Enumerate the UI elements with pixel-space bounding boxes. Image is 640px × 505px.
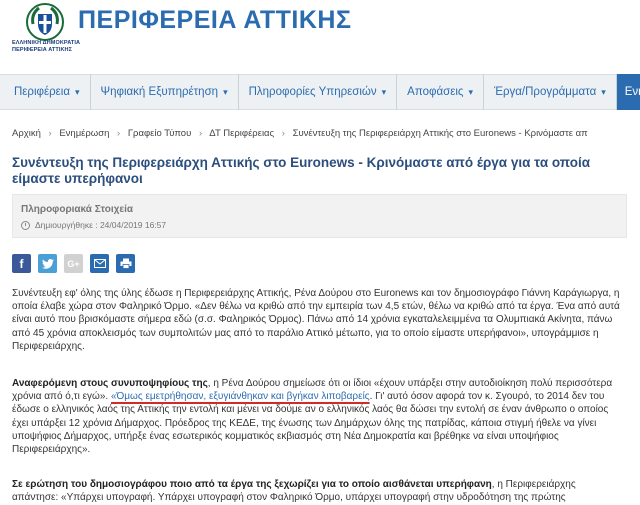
nav-item-label: Έργα/Προγράμματα <box>493 86 597 98</box>
brand-title[interactable]: ΠΕΡΙΦΕΡΕΙΑ ΑΤΤΙΚΗΣ <box>78 6 352 35</box>
logo-subtitle: ΕΛΛΗΝΙΚΗ ΔΗΜΟΚΡΑΤΙΑ ΠΕΡΙΦΕΡΕΙΑ ΑΤΤΙΚΗΣ <box>12 40 92 53</box>
nav-item-news[interactable]: Ενη <box>616 74 640 110</box>
logo-subtitle-line2: ΠΕΡΙΦΕΡΕΙΑ ΑΤΤΙΚΗΣ <box>12 46 72 53</box>
print-icon[interactable] <box>116 254 135 273</box>
share-bar: f G+ <box>12 254 135 273</box>
chevron-down-icon: ▾ <box>74 86 80 97</box>
nav-item-label: Περιφέρεια <box>14 86 70 98</box>
main-nav: Περιφέρεια ▾ Ψηφιακή Εξυπηρέτηση ▾ Πληρο… <box>0 74 640 110</box>
breadcrumb-current: Συνέντευξη της Περιφερειάρχη Αττικής στο… <box>292 128 588 139</box>
breadcrumb-press-office[interactable]: Γραφείο Τύπου <box>128 128 191 139</box>
info-box: Πληροφοριακά Στοιχεία Δημιουργήθηκε : 24… <box>12 194 627 238</box>
breadcrumb-press-releases[interactable]: ΔΤ Περιφέρειας <box>209 128 274 139</box>
nav-item-label: Ψηφιακή Εξυπηρέτηση <box>100 86 219 98</box>
paragraph-3-bold: Σε ερώτηση του δημοσιογράφου ποιο από τα… <box>12 479 492 490</box>
facebook-icon[interactable]: f <box>12 254 31 273</box>
nav-item-label: Ενη <box>624 86 640 98</box>
paragraph-2-bold: Αναφερόμενη στους συνυποψηφίους της <box>12 378 208 389</box>
created-date-text: Δημιουργήθηκε : 24/04/2019 16:57 <box>35 220 167 230</box>
site-header: ΕΛΛΗΝΙΚΗ ΔΗΜΟΚΡΑΤΙΑ ΠΕΡΙΦΕΡΕΙΑ ΑΤΤΙΚΗΣ Π… <box>0 0 640 66</box>
nav-item-projects[interactable]: Έργα/Προγράμματα ▾ <box>484 74 617 110</box>
highlighted-quote: «Όμως εμετρήθησαν, εξυγιάνθηκαν και βγήκ… <box>110 391 370 403</box>
chevron-down-icon: ▾ <box>381 86 387 97</box>
nav-item-label: Αποφάσεις <box>407 86 464 98</box>
email-icon[interactable] <box>90 254 109 273</box>
chevron-down-icon: ▾ <box>468 86 473 97</box>
twitter-icon[interactable] <box>38 254 57 273</box>
breadcrumb-separator: › <box>281 128 285 139</box>
breadcrumb: Αρχική › Ενημέρωση › Γραφείο Τύπου › ΔΤ … <box>12 128 588 139</box>
logo-subtitle-line1: ΕΛΛΗΝΙΚΗ ΔΗΜΟΚΡΑΤΙΑ <box>12 40 81 46</box>
article-paragraph-3: Σε ερώτηση του δημοσιογράφου ποιο από τα… <box>12 478 624 504</box>
clock-icon <box>21 220 30 230</box>
chevron-down-icon: ▾ <box>223 86 228 97</box>
info-label: Πληροφοριακά Στοιχεία <box>21 204 134 215</box>
page-title: Συνέντευξη της Περιφερειάρχη Αττικής στο… <box>12 155 590 186</box>
breadcrumb-home[interactable]: Αρχική <box>12 128 41 139</box>
greek-emblem-icon[interactable] <box>25 2 65 42</box>
google-plus-icon[interactable]: G+ <box>64 254 83 273</box>
nav-item-decisions[interactable]: Αποφάσεις ▾ <box>397 74 484 110</box>
nav-item-digital-service[interactable]: Ψηφιακή Εξυπηρέτηση ▾ <box>91 74 239 110</box>
breadcrumb-separator: › <box>48 128 52 139</box>
article-paragraph-1: Συνέντευξη εφ' όλης της ύλης έδωσε η Περ… <box>12 288 620 352</box>
breadcrumb-separator: › <box>198 128 203 139</box>
created-date: Δημιουργήθηκε : 24/04/2019 16:57 <box>21 220 166 230</box>
nav-item-service-info[interactable]: Πληροφορίες Υπηρεσιών ▾ <box>239 74 398 110</box>
article-paragraph-2: Αναφερόμενη στους συνυποψηφίους της, η Ρ… <box>12 377 624 456</box>
nav-item-label: Πληροφορίες Υπηρεσιών <box>248 86 377 98</box>
breadcrumb-separator: › <box>117 128 121 139</box>
nav-item-region[interactable]: Περιφέρεια ▾ <box>0 74 91 110</box>
chevron-down-icon: ▾ <box>601 86 606 97</box>
breadcrumb-news[interactable]: Ενημέρωση <box>59 128 109 139</box>
